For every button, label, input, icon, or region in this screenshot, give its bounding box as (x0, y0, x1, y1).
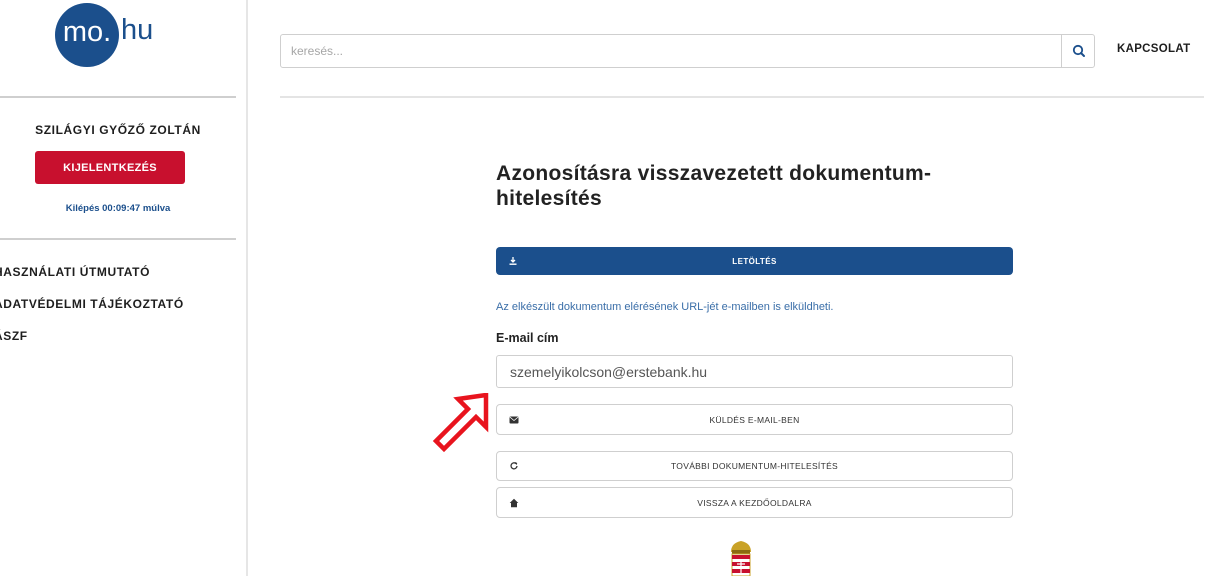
search-button[interactable] (1061, 34, 1095, 68)
envelope-icon (509, 416, 519, 423)
email-label: E-mail cím (496, 331, 559, 345)
search-icon (1072, 44, 1085, 57)
home-icon (509, 498, 519, 507)
sidebar-divider (0, 96, 236, 98)
new-authentication-button[interactable]: TOVÁBBI DOKUMENTUM-HITELESÍTÉS (496, 451, 1013, 481)
user-name: SZILÁGYI GYŐZŐ ZOLTÁN (35, 123, 201, 137)
logo[interactable]: mo. (55, 3, 119, 67)
email-field[interactable] (496, 355, 1013, 388)
search-input[interactable] (280, 34, 1062, 68)
sidebar-divider (0, 238, 236, 240)
logo-text: hu (121, 14, 154, 46)
session-timer: Kilépés 00:09:47 múlva (65, 203, 171, 214)
info-text: Az elkészült dokumentum elérésének URL-j… (496, 301, 834, 313)
sidebar-border (246, 0, 248, 576)
back-home-button[interactable]: VISSZA A KEZDŐOLDALRA (496, 487, 1013, 518)
new-authentication-label: TOVÁBBI DOKUMENTUM-HITELESÍTÉS (670, 461, 839, 471)
sidebar-item-privacy[interactable]: ADATVÉDELMI TÁJÉKOZTATÓ (0, 297, 184, 311)
coat-of-arms-icon (731, 541, 751, 576)
logout-button[interactable]: KIJELENTKEZÉS (35, 151, 185, 184)
contact-link[interactable]: KAPCSOLAT (1117, 43, 1190, 55)
send-email-label: KÜLDÉS E-MAIL-BEN (709, 414, 800, 425)
back-home-label: VISSZA A KEZDŐOLDALRA (697, 497, 812, 508)
header-divider (280, 96, 1204, 98)
refresh-icon (510, 462, 518, 470)
sidebar-item-user-guide[interactable]: HASZNÁLATI ÚTMUTATÓ (0, 265, 150, 279)
sidebar-item-terms[interactable]: ÁSZF (0, 329, 28, 343)
annotation-arrow-icon (432, 393, 489, 453)
download-button[interactable]: LETÖLTÉS (496, 247, 1013, 275)
page-title: Azonosításra visszavezetett dokumentum-h… (496, 162, 932, 210)
sidebar: mo. hu SZILÁGYI GYŐZŐ ZOLTÁN KIJELENTKEZ… (0, 0, 246, 576)
logo-circle-text: mo. (62, 16, 112, 48)
send-email-button[interactable]: KÜLDÉS E-MAIL-BEN (496, 404, 1013, 435)
download-button-label: LETÖLTÉS (732, 256, 777, 266)
download-icon (509, 257, 517, 265)
